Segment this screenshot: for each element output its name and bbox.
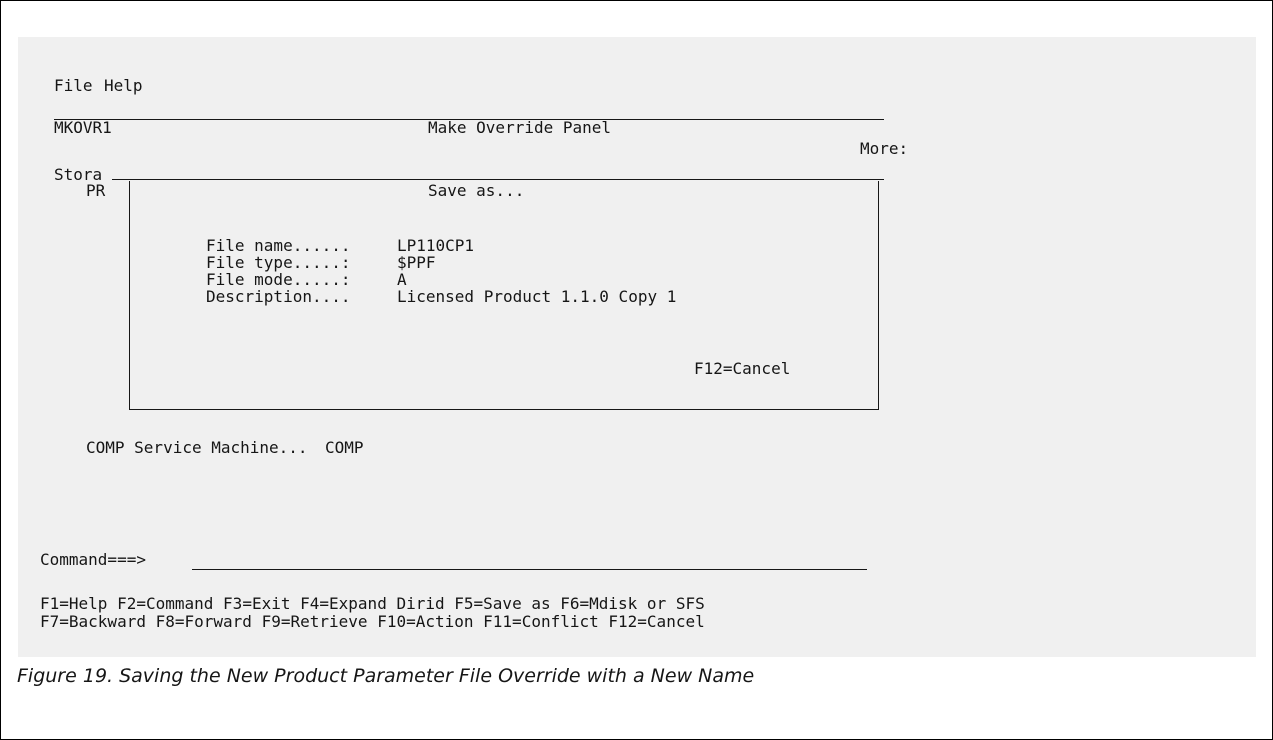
figure-caption: Figure 19. Saving the New Product Parame… [17, 665, 755, 687]
f4-expand-dirid-key[interactable]: F4=Expand Dirid [300, 594, 445, 613]
dialog-top-border [112, 179, 884, 180]
dialog-left-border [129, 181, 130, 409]
more-indicator: More: [860, 139, 909, 158]
f12-cancel-key[interactable]: F12=Cancel [608, 612, 704, 631]
command-input[interactable] [192, 551, 867, 569]
f7-backward-key[interactable]: F7=Backward [40, 612, 146, 631]
command-label: Command===> [40, 550, 146, 569]
f11-conflict-key[interactable]: F11=Conflict [483, 612, 599, 631]
f1-help-key[interactable]: F1=Help [40, 594, 107, 613]
comp-service-machine-field[interactable]: COMP [325, 439, 364, 457]
panel-id: MKOVR1 [54, 118, 112, 137]
dialog-right-border [878, 181, 879, 409]
dialog-title: Save as... [428, 181, 525, 200]
function-key-row-1: F1=Help F2=Command F3=Exit F4=Expand Dir… [40, 595, 705, 613]
f10-action-key[interactable]: F10=Action [377, 612, 473, 631]
f8-forward-key[interactable]: F8=Forward [156, 612, 252, 631]
f5-save-as-key[interactable]: F5=Save as [454, 594, 550, 613]
menu-file[interactable]: File [54, 77, 93, 95]
cancel-key-hint[interactable]: F12=Cancel [694, 360, 790, 378]
f2-command-key[interactable]: F2=Command [117, 594, 213, 613]
menu-help[interactable]: Help [104, 77, 143, 95]
terminal-screen: File Help MKOVR1 Make Override Panel Mor… [18, 37, 1256, 657]
f9-retrieve-key[interactable]: F9=Retrieve [262, 612, 368, 631]
dialog-bottom-border [129, 409, 879, 410]
f3-exit-key[interactable]: F3=Exit [223, 594, 290, 613]
pr-label: PR [86, 181, 106, 200]
f6-mdisk-or-sfs-key[interactable]: F6=Mdisk or SFS [560, 594, 705, 613]
function-key-row-2: F7=Backward F8=Forward F9=Retrieve F10=A… [40, 613, 705, 631]
command-input-underline [192, 569, 867, 570]
panel-title: Make Override Panel [428, 118, 612, 137]
comp-service-machine-label: COMP Service Machine... [86, 438, 308, 457]
description-field[interactable]: Licensed Product 1.1.0 Copy 1 [397, 288, 676, 306]
description-label: Description.... [206, 287, 351, 306]
